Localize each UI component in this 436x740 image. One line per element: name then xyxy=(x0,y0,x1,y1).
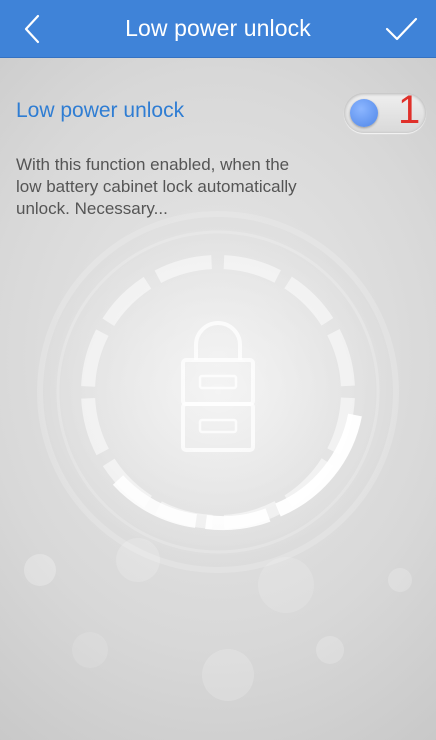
navigation-bar: Low power unlock xyxy=(0,0,436,58)
middle-ring xyxy=(56,230,380,554)
page-title: Low power unlock xyxy=(125,15,311,41)
bokeh-background xyxy=(24,538,412,701)
confirm-button[interactable] xyxy=(382,10,420,48)
toggle-knob[interactable] xyxy=(350,99,378,127)
screen: Low power unlock Low power unlock 1 With… xyxy=(0,0,436,740)
annotation-mark: 1 xyxy=(398,88,421,132)
setting-description: With this function enabled, when the low… xyxy=(16,155,297,218)
checkmark-icon xyxy=(385,17,418,41)
setting-label: Low power unlock xyxy=(16,99,185,122)
locked-cabinet-icon xyxy=(181,321,255,452)
